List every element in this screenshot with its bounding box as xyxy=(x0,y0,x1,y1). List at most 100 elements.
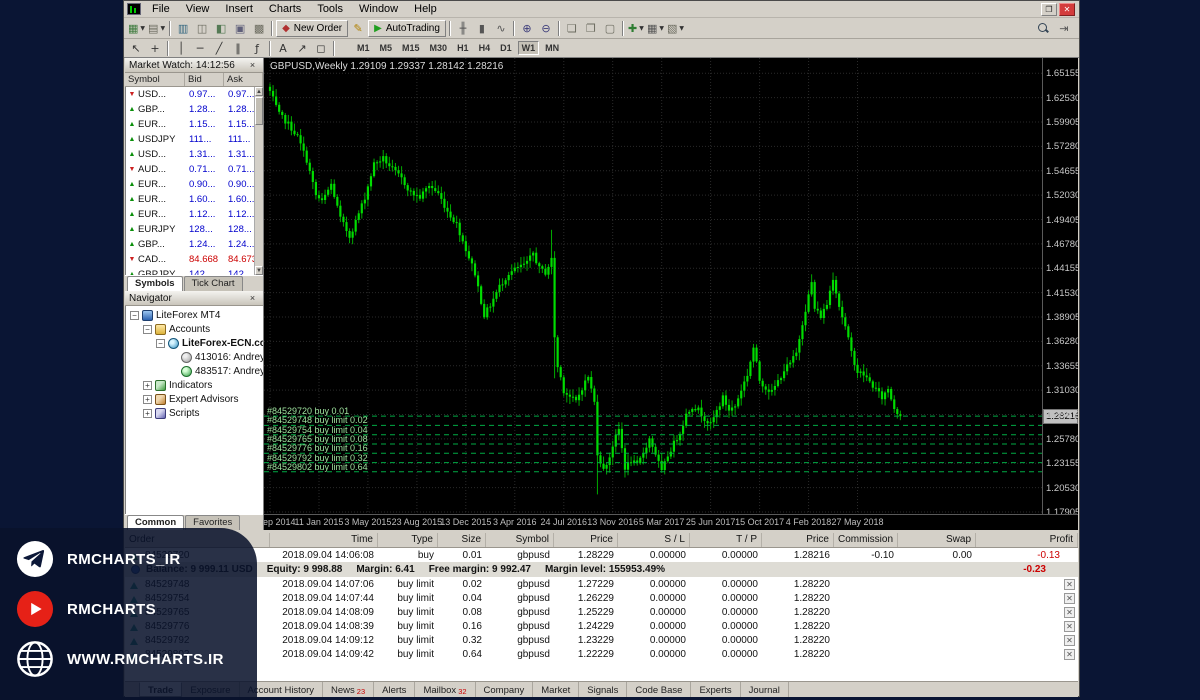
market-watch-row[interactable]: ▲EUR...1.60...1.60... xyxy=(126,192,263,207)
menu-tools[interactable]: Tools xyxy=(309,2,351,16)
chart-window[interactable]: GBPUSD,Weekly 1.29109 1.29337 1.28142 1.… xyxy=(264,58,1078,530)
terminal-column-swap[interactable]: Swap xyxy=(898,533,976,547)
market-watch-row[interactable]: ▼USD...0.97...0.97... xyxy=(126,87,263,102)
terminal-column-symbol[interactable]: Symbol xyxy=(486,533,554,547)
terminal-column-size[interactable]: Size xyxy=(438,533,486,547)
market-watch-row[interactable]: ▼AUD...0.71...0.71... xyxy=(126,162,263,177)
terminal-column-commission[interactable]: Commission xyxy=(834,533,898,547)
date-axis[interactable]: 21 Sep 201411 Jan 20153 May 201523 Aug 2… xyxy=(264,514,1078,530)
cursor-icon[interactable]: ↖ xyxy=(127,40,145,57)
new-order-button[interactable]: ◆New Order xyxy=(276,20,348,37)
expand-icon[interactable]: + xyxy=(143,381,152,390)
timeframe-mn[interactable]: MN xyxy=(541,41,563,55)
shapes-icon[interactable]: ◻ xyxy=(312,40,330,57)
terminal-column-sl[interactable]: S / L xyxy=(618,533,690,547)
candlestick-chart[interactable] xyxy=(264,58,1044,514)
data-window-icon[interactable]: ◫ xyxy=(193,20,211,37)
vertical-line-icon[interactable]: │ xyxy=(172,40,190,57)
terminal-tab-experts[interactable]: Experts xyxy=(691,682,740,697)
expand-icon[interactable]: + xyxy=(143,395,152,404)
timeframe-m30[interactable]: M30 xyxy=(426,41,452,55)
terminal-tab-mailbox[interactable]: Mailbox32 xyxy=(415,682,475,697)
cascade-windows-icon[interactable]: ❐ xyxy=(582,20,600,37)
terminal-tab-company[interactable]: Company xyxy=(476,682,534,697)
market-watch-row[interactable]: ▲USD...1.31...1.31... xyxy=(126,147,263,162)
terminal-tab-signals[interactable]: Signals xyxy=(579,682,627,697)
menu-window[interactable]: Window xyxy=(351,2,406,16)
terminal-column-time[interactable]: Time xyxy=(270,533,378,547)
line-chart-icon[interactable]: ∿ xyxy=(492,20,510,37)
timeframe-m15[interactable]: M15 xyxy=(398,41,424,55)
close-icon[interactable]: × xyxy=(246,59,259,71)
column-header-ask[interactable]: Ask xyxy=(224,73,263,86)
horizontal-line-icon[interactable]: ─ xyxy=(191,40,209,57)
profiles-icon[interactable]: ▤▼ xyxy=(147,20,166,37)
fibonacci-icon[interactable]: ƒ xyxy=(248,40,266,57)
column-header-bid[interactable]: Bid xyxy=(185,73,224,86)
timeframe-h4[interactable]: H4 xyxy=(475,41,495,55)
pending-order-row[interactable]: 845297542018.09.04 14:07:44buy limit0.04… xyxy=(125,591,1078,605)
delete-order-icon[interactable]: ✕ xyxy=(1064,579,1075,590)
market-watch-row[interactable]: ▲EUR...1.12...1.12... xyxy=(126,207,263,222)
candlestick-icon[interactable]: ▮ xyxy=(473,20,491,37)
zoom-out-icon[interactable]: ⊖ xyxy=(537,20,555,37)
channel-icon[interactable]: ∥ xyxy=(229,40,247,57)
close-button[interactable]: ✕ xyxy=(1059,3,1075,16)
timeframe-h1[interactable]: H1 xyxy=(453,41,473,55)
delete-order-icon[interactable]: ✕ xyxy=(1064,593,1075,604)
delete-order-icon[interactable]: ✕ xyxy=(1064,607,1075,618)
pending-order-row[interactable]: 845297922018.09.04 14:09:12buy limit0.32… xyxy=(125,633,1078,647)
chart-shift-icon[interactable]: ⇥ xyxy=(1055,20,1073,37)
tree-item-483517-andrey-s[interactable]: 483517: Andrey S xyxy=(126,364,263,378)
pending-order-row[interactable]: 845297762018.09.04 14:08:39buy limit0.16… xyxy=(125,619,1078,633)
menu-file[interactable]: File xyxy=(144,2,178,16)
pending-order-row[interactable]: 845297652018.09.04 14:08:09buy limit0.08… xyxy=(125,605,1078,619)
zoom-in-icon[interactable]: ⊕ xyxy=(518,20,536,37)
scroll-thumb[interactable] xyxy=(255,97,263,125)
terminal-tab-alerts[interactable]: Alerts xyxy=(374,682,415,697)
periods-icon[interactable]: ▦▼ xyxy=(646,20,665,37)
timeframe-d1[interactable]: D1 xyxy=(496,41,516,55)
terminal-tab-code-base[interactable]: Code Base xyxy=(627,682,691,697)
restore-button[interactable]: ❐ xyxy=(1041,3,1057,16)
terminal-column-price[interactable]: Price xyxy=(554,533,618,547)
search-icon[interactable] xyxy=(1034,20,1052,37)
metaeditor-icon[interactable]: ✎ xyxy=(349,20,367,37)
templates-icon[interactable]: ▧▼ xyxy=(666,20,685,37)
menu-help[interactable]: Help xyxy=(406,2,445,16)
terminal-tab-market[interactable]: Market xyxy=(533,682,579,697)
tree-item-indicators[interactable]: +Indicators xyxy=(126,378,263,392)
delete-order-icon[interactable]: ✕ xyxy=(1064,621,1075,632)
tree-item-liteforex-ecn-com[interactable]: −LiteForex-ECN.com xyxy=(126,336,263,350)
tree-item-accounts[interactable]: −Accounts xyxy=(126,322,263,336)
autotrading-button[interactable]: ▶AutoTrading xyxy=(368,20,446,37)
menu-insert[interactable]: Insert xyxy=(217,2,261,16)
tab-tick-chart[interactable]: Tick Chart xyxy=(184,276,243,291)
timeframe-m1[interactable]: M1 xyxy=(353,41,374,55)
navigator-icon[interactable]: ◧ xyxy=(212,20,230,37)
tree-item-liteforex-mt4[interactable]: −LiteForex MT4 xyxy=(126,308,263,322)
arrange-windows-icon[interactable]: ▢ xyxy=(601,20,619,37)
text-icon[interactable]: A xyxy=(274,40,292,57)
tile-windows-icon[interactable]: ❏ xyxy=(563,20,581,37)
menu-view[interactable]: View xyxy=(178,2,218,16)
collapse-icon[interactable]: − xyxy=(143,325,152,334)
chart-order-label[interactable]: #84529802 buy limit 0.64 xyxy=(267,462,368,472)
arrow-tool-icon[interactable]: ↗ xyxy=(293,40,311,57)
tree-item-expert-advisors[interactable]: +Expert Advisors xyxy=(126,392,263,406)
new-chart-icon[interactable]: ▦▼ xyxy=(127,20,146,37)
market-watch-row[interactable]: ▲GBP...1.24...1.24... xyxy=(126,237,263,252)
market-watch-row[interactable]: ▲EURJPY128...128... xyxy=(126,222,263,237)
timeframe-w1[interactable]: W1 xyxy=(518,41,540,55)
crosshair-icon[interactable]: + xyxy=(146,40,164,57)
tree-item-scripts[interactable]: +Scripts xyxy=(126,406,263,420)
tab-symbols[interactable]: Symbols xyxy=(127,276,183,291)
terminal-tab-news[interactable]: News23 xyxy=(323,682,374,697)
terminal-column-profit[interactable]: Profit xyxy=(976,533,1078,547)
position-row[interactable]: 845297202018.09.04 14:06:08buy0.01gbpusd… xyxy=(125,548,1078,562)
trendline-icon[interactable]: ╱ xyxy=(210,40,228,57)
strategy-tester-icon[interactable]: ▩ xyxy=(250,20,268,37)
collapse-icon[interactable]: − xyxy=(130,311,139,320)
indicators-icon[interactable]: ✚▼ xyxy=(627,20,645,37)
market-watch-row[interactable]: ▼CAD...84.66884.673 xyxy=(126,252,263,267)
